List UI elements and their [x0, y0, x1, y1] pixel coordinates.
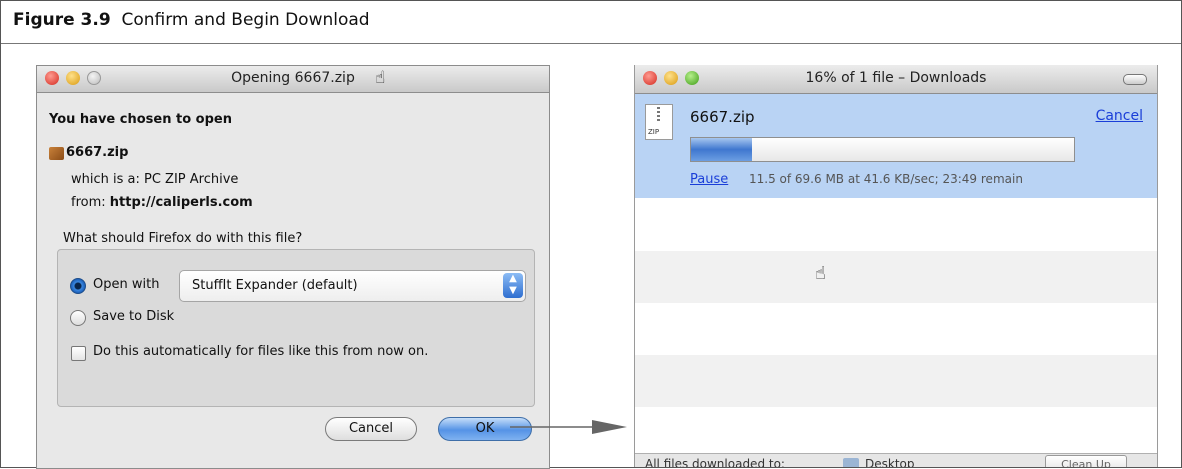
clean-up-button[interactable]: Clean Up — [1045, 455, 1127, 467]
footer-folder: Desktop — [865, 457, 915, 467]
zip-file-icon: ZIP — [645, 104, 673, 140]
download-progress-fill — [691, 138, 753, 161]
download-file-name: 6667.zip — [690, 108, 755, 126]
download-item[interactable]: ZIP 6667.zip Cancel Pause 11.5 of 69.6 M… — [635, 94, 1157, 198]
download-progress-bar — [690, 137, 1075, 162]
toolbar-toggle-button[interactable] — [1123, 74, 1147, 85]
folder-icon — [843, 458, 859, 467]
downloads-titlebar: 16% of 1 file – Downloads — [635, 65, 1157, 94]
empty-row — [635, 355, 1157, 407]
downloads-title: 16% of 1 file – Downloads — [805, 70, 987, 86]
pointer-hand-icon: ☝ — [815, 263, 826, 284]
footer-label: All files downloaded to: — [645, 457, 785, 467]
empty-row — [635, 251, 1157, 303]
zip-badge: ZIP — [648, 128, 660, 136]
download-cancel-link[interactable]: Cancel — [1096, 108, 1143, 124]
downloads-footer: All files downloaded to: Desktop Clean U… — [635, 453, 1157, 467]
downloads-window: 16% of 1 file – Downloads ZIP 6667.zip C… — [634, 65, 1158, 467]
download-status: 11.5 of 69.6 MB at 41.6 KB/sec; 23:49 re… — [749, 172, 1023, 186]
download-pause-link[interactable]: Pause — [690, 172, 728, 187]
